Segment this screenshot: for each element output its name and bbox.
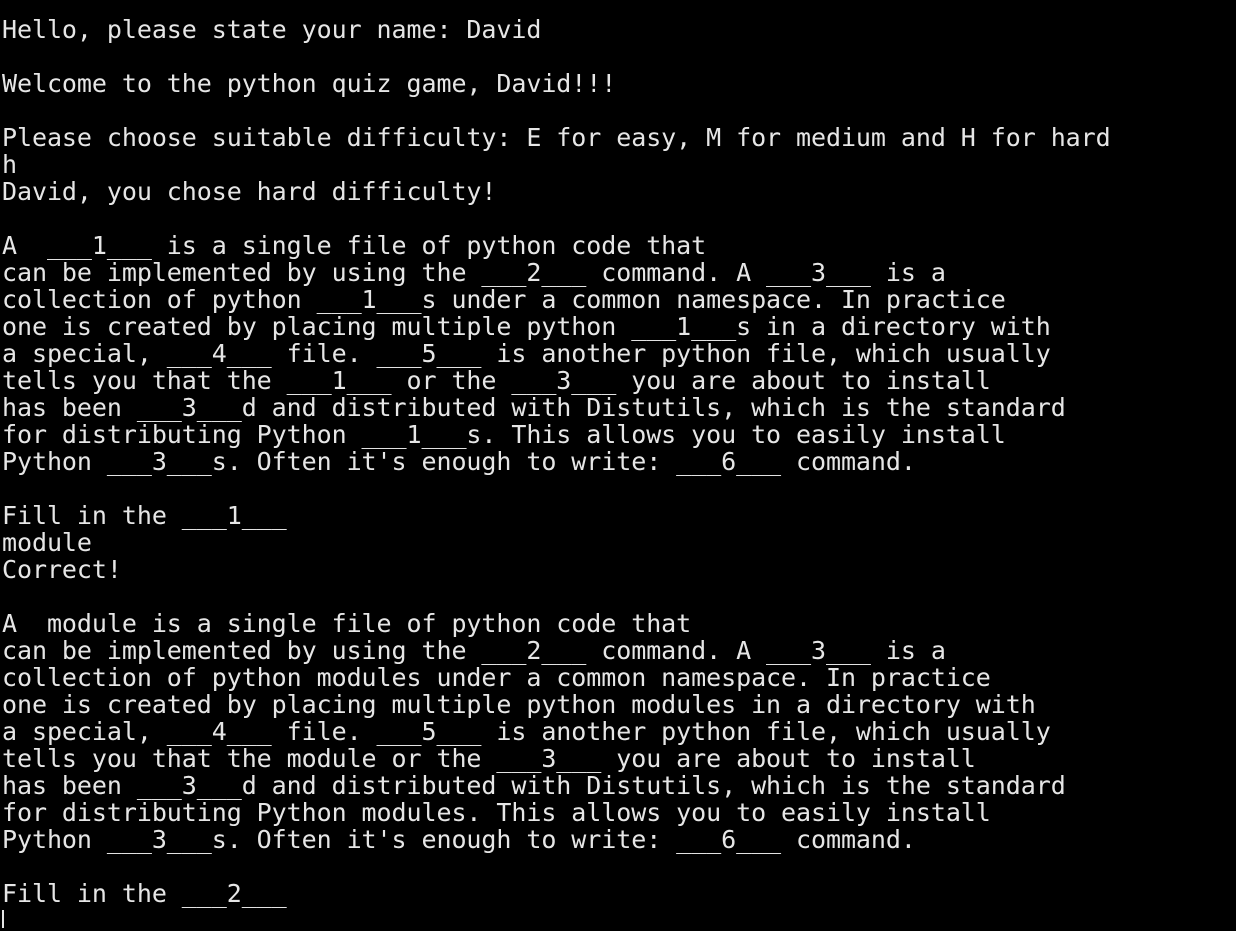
quiz-text-line: Python ___3___s. Often it's enough to wr… — [2, 825, 916, 854]
quiz-text-line: tells you that the module or the ___3___… — [2, 744, 976, 773]
quiz-text-line: has been ___3___d and distributed with D… — [2, 393, 1066, 422]
quiz-text-line: a special, ___4___ file. ___5___ is anot… — [2, 339, 1051, 368]
terminal-output: Hello, please state your name: David Wel… — [2, 16, 1232, 928]
quiz-text-line: for distributing Python modules. This al… — [2, 798, 991, 827]
fill-prompt-line: Fill in the ___2___ — [2, 879, 287, 908]
quiz-text-line: tells you that the ___1___ or the ___3__… — [2, 366, 991, 395]
difficulty-prompt-line: Please choose suitable difficulty: E for… — [2, 123, 1111, 152]
difficulty-input-line: h — [2, 150, 17, 179]
welcome-line: Welcome to the python quiz game, David!!… — [2, 69, 617, 98]
quiz-text-line: A ___1___ is a single file of python cod… — [2, 231, 707, 260]
quiz-text-line: for distributing Python ___1___s. This a… — [2, 420, 1006, 449]
quiz-text-line: one is created by placing multiple pytho… — [2, 690, 1036, 719]
quiz-text-line: Python ___3___s. Often it's enough to wr… — [2, 447, 916, 476]
name-prompt-line: Hello, please state your name: David — [2, 16, 542, 44]
fill-prompt-line: Fill in the ___1___ — [2, 501, 287, 530]
text-cursor — [2, 910, 4, 928]
difficulty-confirm-line: David, you chose hard difficulty! — [2, 177, 497, 206]
result-line: Correct! — [2, 555, 122, 584]
quiz-text-line: a special, ___4___ file. ___5___ is anot… — [2, 717, 1051, 746]
quiz-text-line: has been ___3___d and distributed with D… — [2, 771, 1066, 800]
quiz-text-line: collection of python modules under a com… — [2, 663, 991, 692]
quiz-text-line: A module is a single file of python code… — [2, 609, 692, 638]
answer-input-line: module — [2, 528, 92, 557]
quiz-text-line: can be implemented by using the ___2___ … — [2, 258, 946, 287]
quiz-text-line: one is created by placing multiple pytho… — [2, 312, 1051, 341]
quiz-text-line: can be implemented by using the ___2___ … — [2, 636, 946, 665]
quiz-text-line: collection of python ___1___s under a co… — [2, 285, 1006, 314]
input-line[interactable] — [2, 907, 1232, 928]
